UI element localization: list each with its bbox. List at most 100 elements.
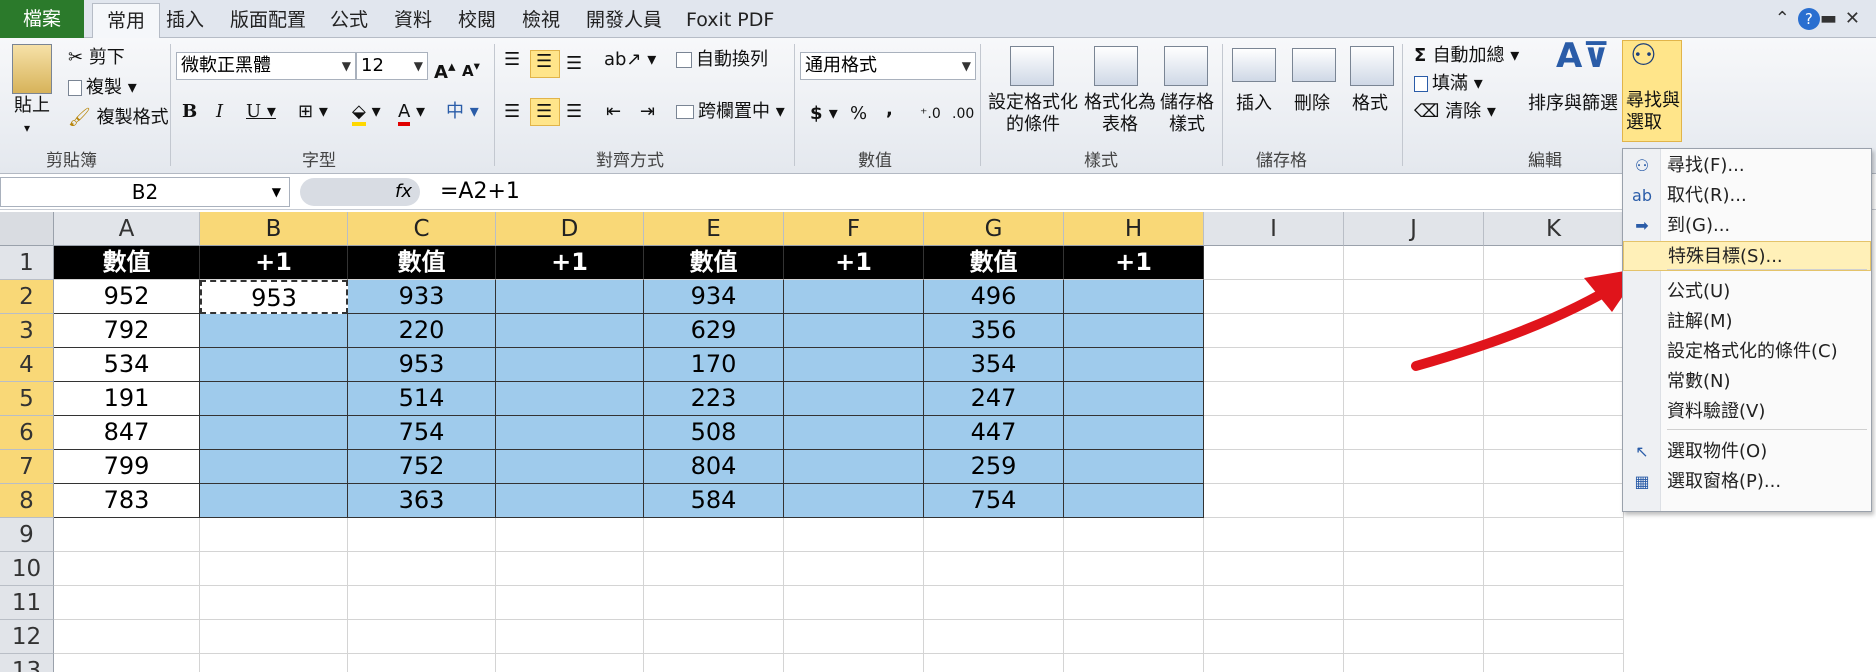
cell-H7[interactable]: [1064, 450, 1204, 484]
cell-A11[interactable]: [54, 586, 200, 620]
row-header-6[interactable]: 6: [0, 416, 54, 450]
orientation-button[interactable]: ab↗ ▾: [604, 48, 656, 72]
cell-E4[interactable]: 170: [644, 348, 784, 382]
cell-K3[interactable]: [1484, 314, 1624, 348]
cell-E1[interactable]: 數值: [644, 246, 784, 280]
row-header-10[interactable]: 10: [0, 552, 54, 586]
cell-F9[interactable]: [784, 518, 924, 552]
cell-J8[interactable]: [1344, 484, 1484, 518]
row-header-1[interactable]: 1: [0, 246, 54, 280]
cell-C13[interactable]: [348, 654, 496, 672]
menu-item-3[interactable]: 特殊目標(S)...: [1623, 241, 1871, 271]
cell-G1[interactable]: 數值: [924, 246, 1064, 280]
cell-H5[interactable]: [1064, 382, 1204, 416]
cell-K1[interactable]: [1484, 246, 1624, 280]
format-cells-icon[interactable]: [1350, 46, 1394, 86]
cell-I12[interactable]: [1204, 620, 1344, 654]
wrap-text-button[interactable]: 自動換列: [676, 48, 768, 72]
fill-color-button[interactable]: ⬙ ▾: [352, 100, 381, 126]
paste-dropdown-icon[interactable]: ▾: [24, 116, 30, 140]
formula-input[interactable]: =A2+1: [440, 177, 520, 207]
row-header-13[interactable]: 13: [0, 654, 54, 672]
cell-D9[interactable]: [496, 518, 644, 552]
menu-item-10[interactable]: ▦ 選取窗格(P)...: [1623, 467, 1871, 497]
currency-button[interactable]: $ ▾: [810, 102, 838, 126]
menu-item-2[interactable]: ➡ 到(G)...: [1623, 211, 1871, 241]
cell-C12[interactable]: [348, 620, 496, 654]
cell-J13[interactable]: [1344, 654, 1484, 672]
row-header-2[interactable]: 2: [0, 280, 54, 314]
font-color-button[interactable]: A ▾: [398, 100, 425, 126]
cell-D8[interactable]: [496, 484, 644, 518]
help-icon[interactable]: ?: [1797, 8, 1820, 30]
cell-E10[interactable]: [644, 552, 784, 586]
cell-B3[interactable]: [200, 314, 348, 348]
conditional-format-button[interactable]: 設定格式化 的條件: [988, 92, 1078, 136]
collapse-ribbon-icon[interactable]: ⌃: [1775, 8, 1798, 29]
column-header-B[interactable]: B: [200, 212, 348, 246]
cell-H3[interactable]: [1064, 314, 1204, 348]
cell-F6[interactable]: [784, 416, 924, 450]
copy-button[interactable]: 複製 ▾: [68, 76, 137, 100]
cell-I6[interactable]: [1204, 416, 1344, 450]
sort-filter-button[interactable]: 排序與篩選: [1528, 92, 1618, 116]
cell-H11[interactable]: [1064, 586, 1204, 620]
cell-J5[interactable]: [1344, 382, 1484, 416]
cell-E12[interactable]: [644, 620, 784, 654]
cell-B2[interactable]: 953: [200, 280, 348, 314]
font-size-select[interactable]: 12 ▼: [356, 52, 428, 80]
underline-button[interactable]: U ▾: [246, 100, 276, 124]
cell-G7[interactable]: 259: [924, 450, 1064, 484]
cell-H10[interactable]: [1064, 552, 1204, 586]
column-header-A[interactable]: A: [54, 212, 200, 246]
borders-button[interactable]: ⊞ ▾: [298, 100, 328, 124]
cell-I5[interactable]: [1204, 382, 1344, 416]
cell-J1[interactable]: [1344, 246, 1484, 280]
cell-J11[interactable]: [1344, 586, 1484, 620]
chevron-down-icon[interactable]: ▼: [272, 178, 281, 206]
tab-review[interactable]: 校閱: [458, 3, 496, 37]
tab-foxit-pdf[interactable]: Foxit PDF: [686, 3, 774, 37]
cell-F10[interactable]: [784, 552, 924, 586]
cell-H12[interactable]: [1064, 620, 1204, 654]
cell-K7[interactable]: [1484, 450, 1624, 484]
increase-decimal-button[interactable]: ⁺.0: [920, 102, 941, 126]
cell-B9[interactable]: [200, 518, 348, 552]
cell-E11[interactable]: [644, 586, 784, 620]
cell-C2[interactable]: 933: [348, 280, 496, 314]
select-all-corner[interactable]: [0, 212, 54, 246]
cell-I3[interactable]: [1204, 314, 1344, 348]
bold-button[interactable]: B: [182, 100, 197, 124]
cell-H13[interactable]: [1064, 654, 1204, 672]
cell-D12[interactable]: [496, 620, 644, 654]
column-header-F[interactable]: F: [784, 212, 924, 246]
cell-B6[interactable]: [200, 416, 348, 450]
tab-developer[interactable]: 開發人員: [586, 3, 662, 37]
grow-font-button[interactable]: A▴: [434, 54, 455, 85]
cell-I1[interactable]: [1204, 246, 1344, 280]
cell-I10[interactable]: [1204, 552, 1344, 586]
cell-A8[interactable]: 783: [54, 484, 200, 518]
number-format-select[interactable]: 通用格式 ▼: [800, 52, 976, 80]
cell-K2[interactable]: [1484, 280, 1624, 314]
cell-styles-icon[interactable]: [1164, 46, 1208, 86]
column-header-I[interactable]: I: [1204, 212, 1344, 246]
cell-G8[interactable]: 754: [924, 484, 1064, 518]
cell-F1[interactable]: +1: [784, 246, 924, 280]
cell-D10[interactable]: [496, 552, 644, 586]
cell-G4[interactable]: 354: [924, 348, 1064, 382]
cell-A5[interactable]: 191: [54, 382, 200, 416]
cell-K9[interactable]: [1484, 518, 1624, 552]
cell-B11[interactable]: [200, 586, 348, 620]
row-header-3[interactable]: 3: [0, 314, 54, 348]
menu-item-9[interactable]: ↖ 選取物件(O): [1623, 437, 1871, 467]
row-header-11[interactable]: 11: [0, 586, 54, 620]
decrease-indent-button[interactable]: ⇤: [606, 100, 621, 124]
cell-E13[interactable]: [644, 654, 784, 672]
format-cells-button[interactable]: 格式: [1352, 92, 1388, 116]
cell-styles-button[interactable]: 儲存格 樣式: [1160, 92, 1214, 136]
cell-G5[interactable]: 247: [924, 382, 1064, 416]
cell-K6[interactable]: [1484, 416, 1624, 450]
fill-button[interactable]: 填滿 ▾: [1414, 72, 1483, 96]
cell-K13[interactable]: [1484, 654, 1624, 672]
